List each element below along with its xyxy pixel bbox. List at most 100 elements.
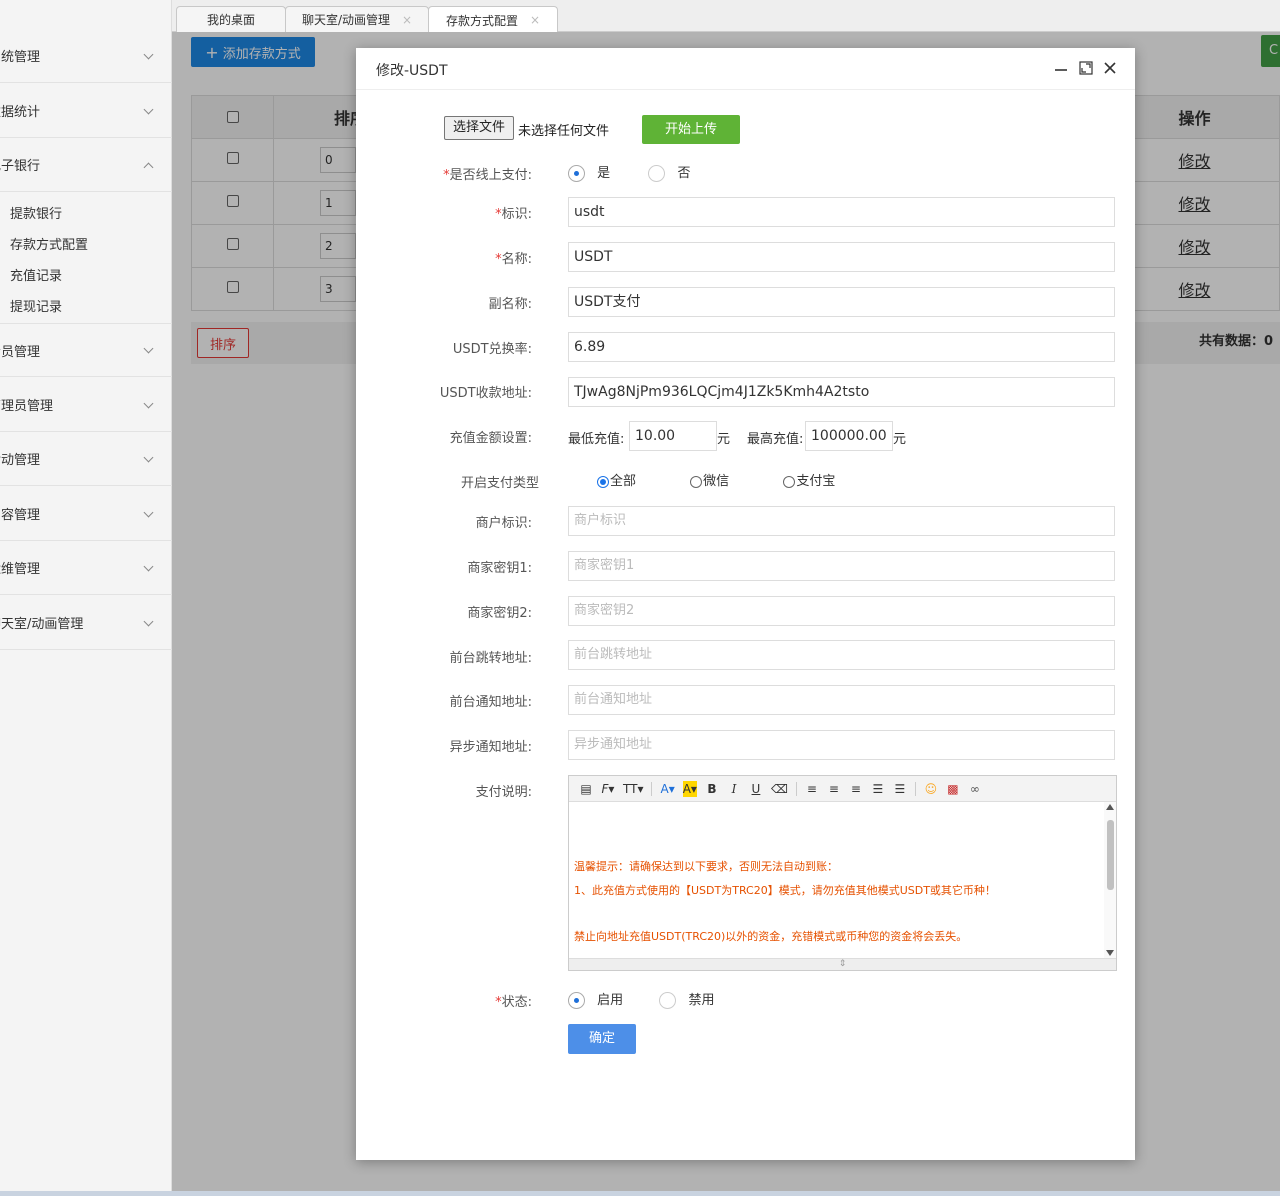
identifier-label: *标识:	[495, 203, 532, 222]
close-icon[interactable]: ×	[402, 13, 412, 27]
front-notify-input[interactable]: 前台通知地址	[568, 685, 1115, 715]
sidebar-item-label: 运维管理	[0, 562, 41, 577]
async-notify-input[interactable]: 异步通知地址	[568, 730, 1115, 760]
sidebar-item-label: 会员管理	[0, 344, 41, 360]
merchant-key2-input[interactable]: 商家密钥2	[568, 596, 1115, 626]
amount-label: 充值金额设置:	[449, 431, 532, 446]
online-pay-yes-radio[interactable]	[568, 165, 585, 182]
emoji-icon[interactable]: ☺	[924, 781, 938, 797]
sidebar-subitem-deposit-config[interactable]: 存款方式配置	[10, 234, 88, 253]
scroll-down-icon[interactable]	[1106, 950, 1114, 956]
tab-label: 存款方式配置	[445, 13, 518, 28]
status-disabled-radio[interactable]	[659, 992, 677, 1009]
name-label: *名称:	[495, 248, 532, 267]
sidebar-item-ebank[interactable]: 电子银行	[0, 138, 172, 192]
close-icon[interactable]: ×	[530, 13, 540, 27]
status-enabled-radio[interactable]	[568, 992, 585, 1009]
sidebar-subitem-recharge-records[interactable]: 充值记录	[10, 265, 62, 284]
editor-content[interactable]: 温馨提示：请确保达到以下要求，否则无法自动到账： 1、此充值方式使用的【USDT…	[569, 802, 1104, 958]
pay-type-alipay-radio[interactable]	[783, 475, 796, 488]
editor-resize-handle[interactable]: ⇕	[569, 958, 1116, 970]
start-upload-button[interactable]: 开始上传	[642, 115, 740, 144]
font-color-icon[interactable]: A▾	[660, 781, 674, 797]
sidebar-item-label: 数据统计	[0, 105, 41, 120]
sidebar-item-system[interactable]: 系统管理	[0, 29, 172, 83]
name-input[interactable]: USDT	[568, 242, 1115, 272]
image-icon[interactable]: ▩	[946, 781, 960, 797]
italic-icon[interactable]: I	[727, 781, 741, 797]
notice-line: 禁止向地址充值USDT(TRC20)以外的资金，充错模式或币种您的资金将会丢失。	[574, 930, 968, 943]
tab-label: 聊天室/动画管理	[301, 13, 390, 27]
address-label: USDT收款地址:	[439, 386, 532, 401]
sidebar-item-admins[interactable]: 管理员管理	[0, 378, 172, 432]
sidebar-item-activities[interactable]: 活动管理	[0, 432, 172, 486]
editor-scrollbar[interactable]	[1104, 802, 1116, 958]
status-radio-group: 启用 禁用	[568, 989, 714, 1009]
maximize-icon[interactable]	[1078, 60, 1094, 76]
confirm-button[interactable]: 确定	[568, 1024, 636, 1054]
max-amount-input[interactable]: 100000.00	[805, 421, 893, 451]
merchant-id-input[interactable]: 商户标识	[568, 506, 1115, 536]
font-family-icon[interactable]: F▾	[601, 781, 615, 797]
unordered-list-icon[interactable]: ☰	[893, 781, 907, 797]
underline-icon[interactable]: U	[749, 781, 763, 797]
min-amount-unit: 元	[717, 432, 731, 447]
toolbar-separator	[795, 781, 797, 796]
merchant-key1-input[interactable]: 商家密钥1	[568, 551, 1115, 581]
chevron-down-icon	[144, 563, 154, 573]
file-status: 未选择任何文件	[518, 124, 610, 139]
pay-type-wechat-radio[interactable]	[690, 475, 703, 488]
online-pay-no-radio[interactable]	[648, 165, 666, 182]
subname-input[interactable]: USDT支付	[568, 287, 1115, 317]
chevron-down-icon	[144, 51, 154, 61]
align-left-icon[interactable]: ≡	[805, 781, 819, 797]
toolbar-separator	[651, 781, 653, 796]
font-size-icon[interactable]: TT▾	[623, 781, 643, 797]
pay-type-alipay-label: 支付宝	[796, 474, 836, 489]
identifier-input[interactable]: usdt	[568, 197, 1115, 227]
chevron-down-icon	[144, 618, 154, 628]
close-icon[interactable]	[1102, 60, 1118, 76]
sidebar-item-chatroom[interactable]: 聊天室/动画管理	[0, 596, 172, 650]
highlight-icon[interactable]: A▾	[682, 780, 697, 797]
toolbar-separator	[914, 781, 916, 796]
scroll-up-icon[interactable]	[1106, 804, 1114, 810]
tab-chatroom[interactable]: 聊天室/动画管理 ×	[285, 6, 429, 32]
dialog-header: 修改-USDT	[356, 48, 1135, 90]
choose-file-button[interactable]: 选择文件	[444, 116, 514, 140]
sidebar-subitem-withdraw-bank[interactable]: 提款银行	[10, 203, 62, 222]
bold-icon[interactable]: B	[705, 781, 719, 797]
eraser-icon[interactable]: ⌫	[771, 781, 788, 797]
link-icon[interactable]: ∞	[968, 781, 982, 797]
pay-type-all-radio[interactable]	[597, 475, 609, 488]
sidebar: 系统管理 数据统计 电子银行 提款银行 存款方式配置 充值记录 提现记录 会员管…	[0, 0, 172, 1196]
front-notify-label: 前台通知地址:	[449, 695, 532, 710]
address-input[interactable]: TJwAg8NjPm936LQCjm4J1Zk5Kmh4A2tsto	[568, 377, 1115, 407]
ordered-list-icon[interactable]: ☰	[871, 781, 885, 797]
notice-line: 温馨提示：请确保达到以下要求，否则无法自动到账：	[574, 860, 838, 873]
tab-desktop[interactable]: 我的桌面	[176, 6, 286, 32]
pay-type-label: 开启支付类型	[460, 476, 539, 491]
status-disabled-label: 禁用	[688, 993, 715, 1008]
sidebar-item-members[interactable]: 会员管理	[0, 323, 172, 377]
sidebar-item-content[interactable]: 内容管理	[0, 487, 172, 541]
front-redirect-input[interactable]: 前台跳转地址	[568, 640, 1115, 670]
paste-icon[interactable]: ▤	[579, 781, 593, 797]
sidebar-item-stats[interactable]: 数据统计	[0, 84, 172, 138]
tab-deposit-config[interactable]: 存款方式配置 ×	[428, 6, 558, 33]
scroll-thumb[interactable]	[1107, 820, 1114, 890]
chevron-down-icon	[144, 345, 154, 355]
merchant-key2-label: 商家密钥2:	[467, 606, 532, 621]
minimize-icon[interactable]	[1053, 60, 1069, 76]
name-label-text: 名称:	[501, 252, 532, 267]
min-amount-input[interactable]: 10.00	[629, 421, 717, 451]
front-redirect-label: 前台跳转地址:	[449, 651, 532, 666]
rate-input[interactable]: 6.89	[568, 332, 1115, 362]
rate-label: USDT兑换率:	[452, 342, 532, 357]
sidebar-subitem-withdraw-records[interactable]: 提现记录	[10, 296, 62, 315]
align-right-icon[interactable]: ≡	[849, 781, 863, 797]
chevron-down-icon	[144, 509, 154, 519]
sidebar-item-ops[interactable]: 运维管理	[0, 541, 172, 595]
align-center-icon[interactable]: ≡	[827, 781, 841, 797]
online-pay-label-text: 是否线上支付:	[449, 168, 532, 183]
